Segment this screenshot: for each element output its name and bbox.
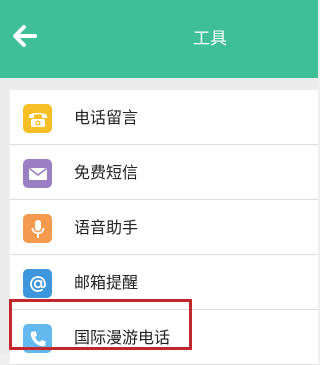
list-item-voice-assistant[interactable]: 语音助手 [10, 200, 318, 255]
list-item-free-sms[interactable]: 免费短信 [10, 145, 318, 200]
microphone-icon [23, 214, 52, 243]
list-item-mail-reminder[interactable]: 邮箱提醒 [10, 255, 318, 310]
list-item-label: 国际漫游电话 [74, 328, 171, 347]
list-item-label: 免费短信 [74, 163, 139, 182]
envelope-icon [23, 159, 52, 188]
list-item-international-roaming[interactable]: 国际漫游电话 [10, 310, 318, 365]
phone-handset-icon [23, 324, 52, 353]
tools-list: 电话留言 免费短信 语音助手 邮箱提醒 国际漫游电话 [0, 78, 318, 365]
list-item-label: 邮箱提醒 [74, 273, 139, 292]
list-item-label: 语音助手 [74, 218, 139, 237]
page-title: 工具 [193, 29, 227, 49]
list-item-label: 电话留言 [74, 108, 139, 127]
list-item-voicemail[interactable]: 电话留言 [10, 90, 318, 145]
at-sign-icon [23, 269, 52, 298]
app-header: 工具 [0, 0, 318, 78]
voicemail-phone-icon [23, 104, 52, 133]
